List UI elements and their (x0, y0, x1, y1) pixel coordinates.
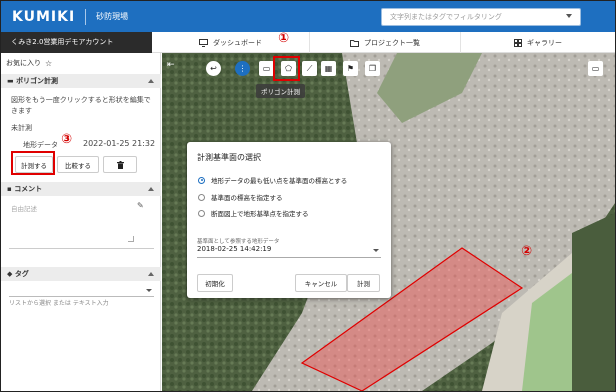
top-bar: KUMIKI 砂防現場 (1, 1, 615, 32)
comment-input[interactable]: 自由記述 (11, 203, 37, 213)
cancel-button[interactable]: キャンセル (295, 274, 347, 292)
tab-label: プロジェクト一覧 (364, 38, 420, 47)
compare-button[interactable]: 比較する (57, 156, 99, 173)
grid-icon (514, 38, 522, 47)
radio-specify-elevation[interactable]: 基準面の標高を指定する (198, 192, 283, 202)
radio-indicator[interactable] (198, 209, 205, 217)
chevron-up-icon[interactable] (148, 79, 154, 83)
resize-handle[interactable] (128, 236, 134, 242)
account-name[interactable]: くみき2.0営業用デモアカウント (1, 32, 152, 53)
favorite-row[interactable]: お気に入り ☆ (6, 58, 52, 68)
tab-label: ダッシュボード (213, 38, 262, 47)
divider (85, 8, 87, 25)
app-logo[interactable]: KUMIKI (12, 9, 75, 25)
measure-status: 未計測 (11, 124, 32, 132)
tab-label: ギャラリー (527, 38, 562, 47)
section-title: ポリゴン計測 (16, 77, 59, 85)
tab-projects[interactable]: プロジェクト一覧 (309, 32, 461, 53)
section-title: コメント (14, 185, 43, 193)
radio-lowest-point[interactable]: 地形データの最も低い点を基準面の標高とする (198, 175, 347, 185)
radio-indicator[interactable] (198, 176, 205, 184)
chevron-down-icon[interactable] (566, 14, 572, 18)
filter-search[interactable] (381, 8, 581, 26)
favorite-label: お気に入り (6, 59, 41, 67)
annotation-marker: ① (278, 31, 290, 46)
comment-section-header[interactable]: ▪ コメント (1, 182, 161, 196)
annotation-marker: ③ (61, 132, 73, 147)
reset-button[interactable]: 初期化 (197, 274, 233, 292)
reference-plane-dialog: 計測基準面の選択 地形データの最も低い点を基準面の標高とする 基準面の標高を指定… (187, 142, 391, 298)
trash-icon (116, 160, 124, 169)
divider (9, 248, 154, 249)
tag-section-header[interactable]: ◆ タグ (1, 267, 161, 281)
section-title: タグ (14, 270, 29, 278)
polygon-instruction: 図形をもう一度クリックすると形状を編集できます (11, 96, 151, 115)
monitor-icon (199, 38, 208, 47)
search-input[interactable] (390, 13, 560, 21)
dataset-select[interactable]: 2018-02-25 14:42:19 (197, 245, 381, 258)
dialog-title: 計測基準面の選択 (197, 153, 261, 162)
nav-bar: くみき2.0営業用デモアカウント ダッシュボード プロジェクト一覧 ギャラリー (1, 32, 615, 53)
ruler-icon: ▬ (7, 77, 14, 85)
radio-label: 基準面の標高を指定する (211, 194, 283, 202)
chevron-up-icon[interactable] (148, 187, 154, 191)
edit-icon[interactable]: ✎ (137, 201, 144, 210)
radio-indicator[interactable] (198, 193, 205, 201)
measure-submit-button[interactable]: 計測 (347, 274, 380, 292)
radio-label: 地形データの最も低い点を基準面の標高とする (211, 177, 348, 185)
chevron-up-icon[interactable] (148, 272, 154, 276)
chevron-down-icon[interactable] (146, 289, 152, 292)
dataset-label: 基準面として参照する地形データ (197, 239, 280, 245)
star-icon[interactable]: ☆ (45, 59, 52, 68)
delete-button[interactable] (103, 156, 137, 173)
tag-select[interactable] (9, 285, 154, 297)
tag-icon: ◆ (7, 270, 13, 278)
highlight-polygon-tool (273, 56, 300, 81)
terrain-date: 2022-01-25 21:32 (83, 139, 156, 148)
site-name: 砂防現場 (96, 12, 129, 21)
radio-label: 断面図上で地形基準点を指定する (211, 210, 309, 218)
annotation-marker: ② (521, 244, 533, 259)
folder-icon (350, 39, 359, 47)
polygon-section-header[interactable]: ▬ ポリゴン計測 (1, 74, 161, 88)
chevron-down-icon[interactable] (373, 249, 379, 252)
dataset-value: 2018-02-25 14:42:19 (197, 245, 272, 253)
tab-gallery[interactable]: ギャラリー (461, 32, 615, 53)
terrain-label: 地形データ (23, 141, 58, 149)
radio-cross-section[interactable]: 断面図上で地形基準点を指定する (198, 208, 309, 218)
highlight-measure-button (11, 151, 55, 175)
comment-icon: ▪ (7, 185, 12, 193)
tag-hint: リストから選択 または テキスト入力 (9, 300, 109, 307)
sidebar: お気に入り ☆ ▬ ポリゴン計測 図形をもう一度クリックすると形状を編集できます… (1, 53, 161, 391)
